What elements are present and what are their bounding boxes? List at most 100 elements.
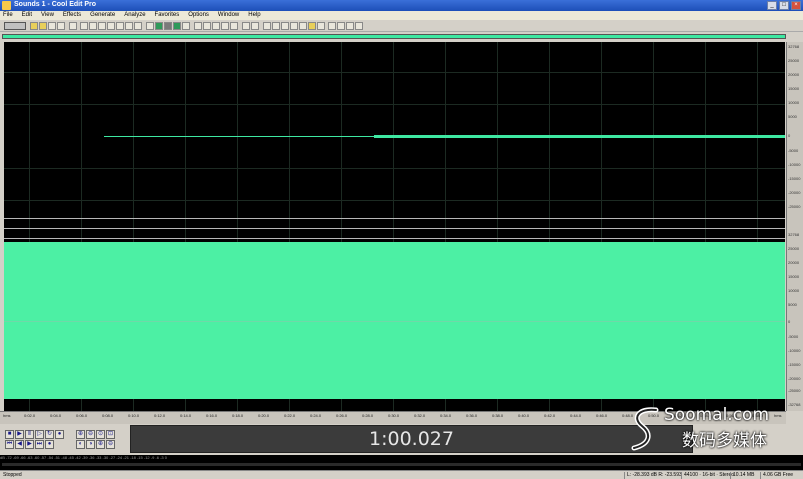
amplitude-tick: -25000 bbox=[788, 388, 801, 393]
zoom-selection-button[interactable]: ⊡ bbox=[106, 430, 115, 439]
menu-view[interactable]: View bbox=[41, 11, 54, 20]
play-list-button[interactable] bbox=[230, 22, 238, 30]
loop-play-button[interactable]: ↻ bbox=[45, 430, 54, 439]
play-button[interactable]: ▶ bbox=[15, 430, 24, 439]
time-tick: 0:40.0 bbox=[518, 413, 530, 418]
metronome-button[interactable] bbox=[355, 22, 363, 30]
zoom-in-horizontal-button[interactable]: ⊕ bbox=[76, 430, 85, 439]
transport-panel: ■ ▶ Ⅱ ▷ ↻ ● ⏮ ◀ ▶ ⏭ ● ⊕ ⊖ ⊙ ⊡ ◐ ◑ ⊕ ⊖ bbox=[2, 427, 126, 451]
right-channel-center-line bbox=[4, 321, 785, 322]
level-meter[interactable]: dB -72 -69 -66 -63 -60 -57 -54 -51 -48 -… bbox=[0, 455, 803, 470]
amplitude-ruler[interactable]: 32768 25000 20000 15000 10000 5000 0 -50… bbox=[786, 42, 803, 411]
pause-button[interactable]: Ⅱ bbox=[25, 430, 34, 439]
go-to-end-button[interactable]: ⏭ bbox=[35, 440, 44, 449]
noise-reduction-button[interactable] bbox=[182, 22, 190, 30]
channel-separator-line bbox=[4, 228, 785, 229]
cue-list-button[interactable] bbox=[221, 22, 229, 30]
markers-button[interactable] bbox=[281, 22, 289, 30]
zoom-in-left-button[interactable]: ◐ bbox=[76, 440, 85, 449]
time-tick: 0:26.0 bbox=[336, 413, 348, 418]
waveform-view-button[interactable] bbox=[173, 22, 181, 30]
menu-help[interactable]: Help bbox=[248, 11, 260, 20]
close-button[interactable]: × bbox=[791, 1, 801, 10]
menu-bar: File Edit View Effects Generate Analyze … bbox=[0, 11, 803, 20]
waveform-display[interactable] bbox=[4, 42, 785, 411]
time-tick: 0:10.0 bbox=[128, 413, 140, 418]
save-button[interactable] bbox=[48, 22, 56, 30]
channel-boundary-line bbox=[4, 218, 785, 219]
zoom-full-button[interactable]: ⊙ bbox=[96, 430, 105, 439]
menu-generate[interactable]: Generate bbox=[90, 11, 115, 20]
zoom-out-horizontal-button[interactable]: ⊖ bbox=[86, 430, 95, 439]
status-separator bbox=[760, 472, 761, 479]
status-separator bbox=[624, 472, 625, 479]
dither-button[interactable] bbox=[263, 22, 271, 30]
amplitude-tick: -5000 bbox=[788, 334, 799, 339]
undo-button[interactable] bbox=[69, 22, 77, 30]
rewind-button[interactable]: ◀ bbox=[15, 440, 24, 449]
loop-button[interactable] bbox=[346, 22, 354, 30]
status-state: Stopped bbox=[3, 472, 22, 478]
statistics-button[interactable] bbox=[203, 22, 211, 30]
fast-forward-button[interactable]: ▶ bbox=[25, 440, 34, 449]
zoom-out-vertical-button[interactable]: ⊖ bbox=[106, 440, 115, 449]
status-separator bbox=[681, 472, 682, 479]
go-to-start-button[interactable]: ⏮ bbox=[5, 440, 14, 449]
maximize-button[interactable]: □ bbox=[779, 1, 789, 10]
status-separator bbox=[730, 472, 731, 479]
close-file-button[interactable] bbox=[57, 22, 65, 30]
waveform-overview-bar[interactable] bbox=[2, 34, 786, 39]
title-bar[interactable]: Sounds 1 - Cool Edit Pro _ □ × bbox=[0, 0, 803, 11]
paste-button[interactable] bbox=[98, 22, 106, 30]
amplitude-tick: 15000 bbox=[788, 274, 800, 279]
menu-file[interactable]: File bbox=[3, 11, 13, 20]
time-tick: 0:42.0 bbox=[544, 413, 556, 418]
zoom-in-right-button[interactable]: ◑ bbox=[86, 440, 95, 449]
menu-analyze[interactable]: Analyze bbox=[124, 11, 145, 20]
frequency-analysis-button[interactable] bbox=[194, 22, 202, 30]
watermark: Soomal.com 数码多媒体 bbox=[628, 404, 803, 454]
mixer-button[interactable] bbox=[328, 22, 336, 30]
zoom-in-vertical-button[interactable]: ⊕ bbox=[96, 440, 105, 449]
scripts-button[interactable] bbox=[212, 22, 220, 30]
new-file-button[interactable] bbox=[30, 22, 38, 30]
amplitude-tick: 32768 bbox=[788, 44, 800, 49]
help-button[interactable] bbox=[317, 22, 325, 30]
amplify-button[interactable] bbox=[146, 22, 154, 30]
menu-edit[interactable]: Edit bbox=[22, 11, 32, 20]
grid-line bbox=[4, 104, 785, 105]
snap-button[interactable] bbox=[299, 22, 307, 30]
cut-button[interactable] bbox=[80, 22, 88, 30]
menu-window[interactable]: Window bbox=[218, 11, 239, 20]
time-tick: 0:04.0 bbox=[50, 413, 62, 418]
time-tick: 0:22.0 bbox=[284, 413, 296, 418]
time-tick: 0:28.0 bbox=[362, 413, 374, 418]
stop-button[interactable]: ■ bbox=[5, 430, 14, 439]
record-mode-button[interactable]: ● bbox=[45, 440, 54, 449]
time-tick: 0:18.0 bbox=[232, 413, 244, 418]
record-button[interactable]: ● bbox=[55, 430, 64, 439]
time-tick: 0:16.0 bbox=[206, 413, 218, 418]
multitrack-toggle-button[interactable] bbox=[4, 22, 26, 30]
options-button[interactable] bbox=[251, 22, 259, 30]
minimize-button[interactable]: _ bbox=[767, 1, 777, 10]
copy-button[interactable] bbox=[89, 22, 97, 30]
mix-paste-button[interactable] bbox=[116, 22, 124, 30]
silence-button[interactable] bbox=[134, 22, 142, 30]
paste-new-button[interactable] bbox=[107, 22, 115, 30]
project-button[interactable] bbox=[308, 22, 316, 30]
info-button[interactable] bbox=[272, 22, 280, 30]
menu-favorites[interactable]: Favorites bbox=[155, 11, 180, 20]
settings-button[interactable] bbox=[242, 22, 250, 30]
menu-options[interactable]: Options bbox=[188, 11, 209, 20]
crossfade-button[interactable] bbox=[337, 22, 345, 30]
play-to-end-button[interactable]: ▷ bbox=[35, 430, 44, 439]
open-file-button[interactable] bbox=[39, 22, 47, 30]
left-channel-waveform-segment bbox=[374, 135, 785, 138]
marks-list-button[interactable] bbox=[290, 22, 298, 30]
envelope-button[interactable] bbox=[155, 22, 163, 30]
spectral-view-button[interactable] bbox=[164, 22, 172, 30]
watermark-brand: Soomal.com bbox=[664, 405, 770, 425]
trim-button[interactable] bbox=[125, 22, 133, 30]
menu-effects[interactable]: Effects bbox=[63, 11, 81, 20]
